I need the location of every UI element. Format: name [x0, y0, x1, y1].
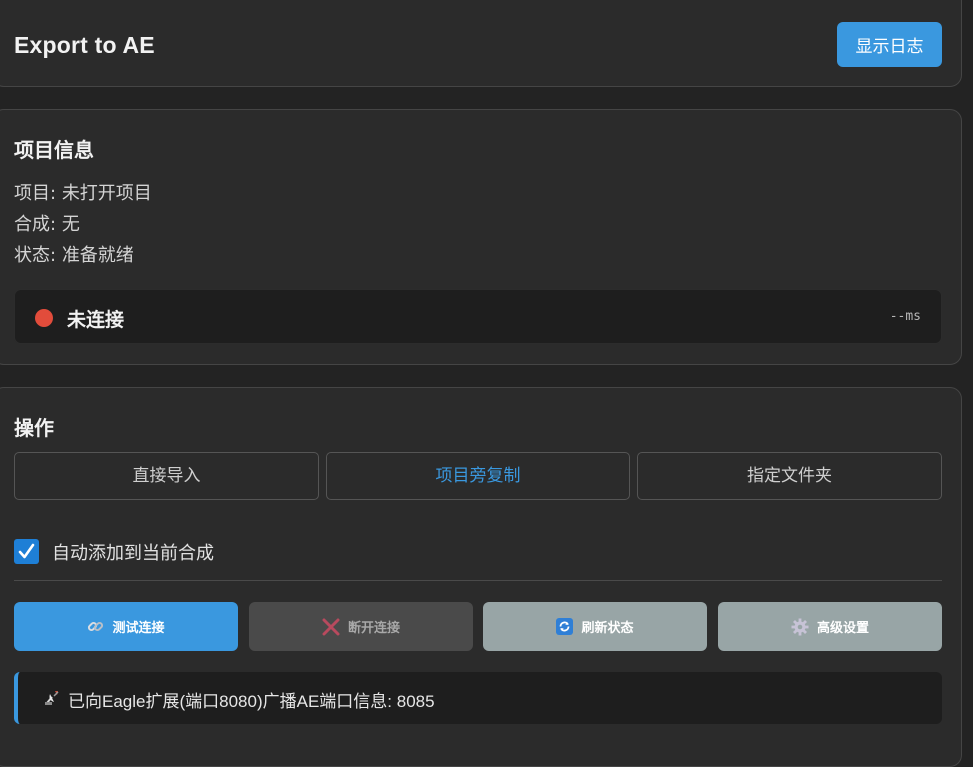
project-label: 项目:: [14, 183, 57, 204]
comp-label: 合成:: [14, 214, 57, 235]
comp-line: 合成: 无: [14, 210, 80, 236]
divider: [14, 580, 942, 581]
app-title: Export to AE: [14, 32, 155, 58]
disconnect-label: 断开连接: [347, 621, 400, 636]
operations-title: 操作: [14, 416, 54, 440]
project-info-panel: 项目信息 项目: 未打开项目 合成: 无 状态: 准备就绪 未连接 --ms: [0, 109, 962, 365]
checkmark-icon: [18, 543, 35, 559]
refresh-status-button[interactable]: 刷新状态: [483, 602, 707, 651]
status-label: 状态:: [14, 245, 57, 266]
connection-status-text: 未连接: [67, 309, 125, 331]
connection-status-bar: 未连接 --ms: [14, 289, 942, 344]
operations-panel: 操作 直接导入 项目旁复制 指定文件夹 自动添加到当前合成 测试连接 断开连接: [0, 387, 962, 767]
refresh-icon: [556, 618, 574, 635]
mode-direct-import-button[interactable]: 直接导入: [14, 452, 319, 500]
cross-icon: [322, 618, 340, 636]
advanced-settings-label: 高级设置: [816, 621, 869, 636]
connection-status-dot-icon: [35, 309, 53, 327]
mode-copy-beside-project-button[interactable]: 项目旁复制: [326, 452, 630, 500]
show-log-button[interactable]: 显示日志: [837, 22, 942, 67]
connection-latency: --ms: [889, 309, 921, 324]
auto-add-checkbox-label: 自动添加到当前合成: [52, 543, 214, 564]
satellite-antenna-icon: [44, 688, 62, 710]
project-info-title: 项目信息: [14, 138, 94, 162]
test-connection-button[interactable]: 测试连接: [14, 602, 238, 651]
mode-specify-folder-button[interactable]: 指定文件夹: [637, 452, 942, 500]
advanced-settings-button[interactable]: 高级设置: [718, 602, 942, 651]
project-line: 项目: 未打开项目: [14, 179, 152, 205]
log-message-text: 已向Eagle扩展(端口8080)广播AE端口信息: 8085: [68, 692, 435, 711]
link-icon: [87, 618, 104, 635]
header-panel: Export to AE 显示日志: [0, 0, 962, 87]
project-value: 未打开项目: [61, 183, 152, 204]
disconnect-button[interactable]: 断开连接: [249, 602, 473, 651]
test-connection-label: 测试连接: [112, 621, 165, 636]
comp-value: 无: [61, 214, 80, 235]
refresh-status-label: 刷新状态: [581, 621, 634, 636]
auto-add-checkbox[interactable]: [14, 539, 39, 564]
log-message: 已向Eagle扩展(端口8080)广播AE端口信息: 8085: [14, 672, 942, 724]
gear-icon: [791, 618, 809, 636]
status-line: 状态: 准备就绪: [14, 241, 134, 267]
status-value: 准备就绪: [61, 245, 134, 266]
